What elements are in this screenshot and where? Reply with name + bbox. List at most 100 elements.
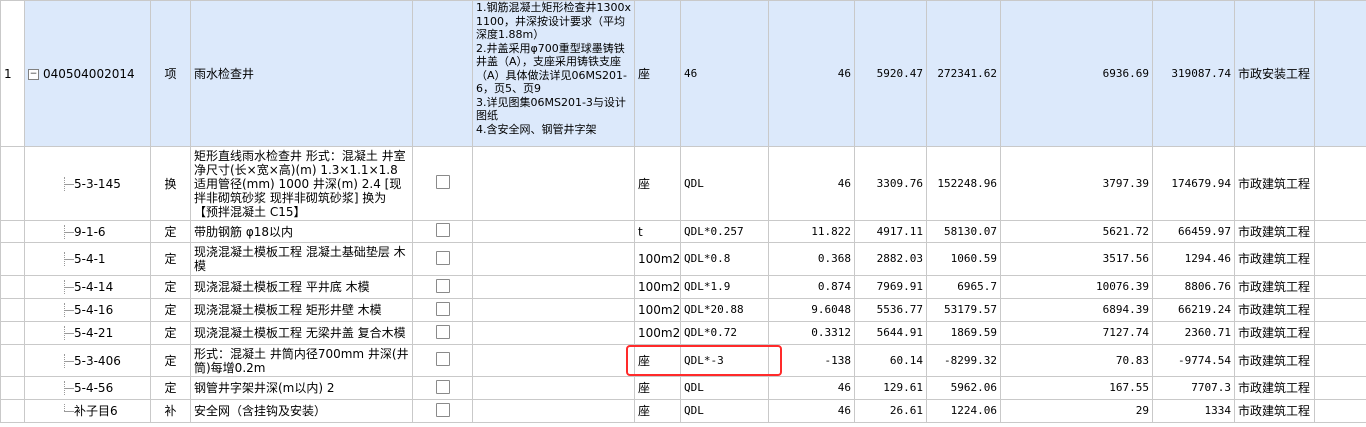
unit-cell[interactable]: 100m2 bbox=[634, 321, 681, 345]
unit-cost-cell[interactable]: 167.55 bbox=[1000, 376, 1153, 400]
type-cell[interactable]: 定 bbox=[150, 344, 191, 377]
check-cell[interactable] bbox=[412, 298, 473, 322]
row-checkbox[interactable] bbox=[435, 352, 450, 366]
name-cell[interactable]: 现浇混凝土模板工程 平井底 木模 bbox=[190, 275, 413, 299]
total-cost-cell[interactable]: 7707.3 bbox=[1152, 376, 1235, 400]
price-cell[interactable]: 26.61 bbox=[854, 399, 927, 423]
price-cell[interactable]: 129.61 bbox=[854, 376, 927, 400]
discipline-cell[interactable]: 市政建筑工程 bbox=[1234, 146, 1315, 221]
unit-cell[interactable]: 座 bbox=[634, 0, 681, 147]
unit-cost-cell[interactable]: 6894.39 bbox=[1000, 298, 1153, 322]
discipline-cell[interactable]: 市政安装工程 bbox=[1234, 0, 1315, 147]
code-cell[interactable]: 5-4-16 bbox=[24, 298, 151, 322]
price-cell[interactable]: 3309.76 bbox=[854, 146, 927, 221]
unit-cell[interactable]: 100m2 bbox=[634, 242, 681, 276]
row-checkbox[interactable] bbox=[435, 301, 450, 316]
qty-cell[interactable]: 46 bbox=[768, 399, 855, 423]
type-cell[interactable]: 定 bbox=[150, 275, 191, 299]
type-cell[interactable]: 补 bbox=[150, 399, 191, 423]
total-cell[interactable]: 58130.07 bbox=[926, 220, 1001, 243]
code-cell[interactable]: 5-4-14 bbox=[24, 275, 151, 299]
row-checkbox[interactable] bbox=[435, 278, 450, 293]
name-cell[interactable]: 安全网（含挂钩及安装） bbox=[190, 399, 413, 423]
row-checkbox[interactable] bbox=[435, 250, 450, 265]
table-row[interactable]: 5-4-56 定 钢管井字架井深(m以内) 2 座 QDL 46 129.61 … bbox=[0, 376, 1366, 400]
total-cell[interactable]: 6965.7 bbox=[926, 275, 1001, 299]
qty-cell[interactable]: 0.874 bbox=[768, 275, 855, 299]
qty-cell[interactable]: 46 bbox=[768, 0, 855, 147]
name-cell[interactable]: 现浇混凝土模板工程 无梁井盖 复合木模 bbox=[190, 321, 413, 345]
qty-cell[interactable]: 0.3312 bbox=[768, 321, 855, 345]
unit-cell[interactable]: 100m2 bbox=[634, 298, 681, 322]
total-cost-cell[interactable]: 66459.97 bbox=[1152, 220, 1235, 243]
total-cell[interactable]: -8299.32 bbox=[926, 344, 1001, 377]
type-cell[interactable]: 定 bbox=[150, 242, 191, 276]
unit-cell[interactable]: 座 bbox=[634, 399, 681, 423]
unit-cost-cell[interactable]: 7127.74 bbox=[1000, 321, 1153, 345]
row-checkbox[interactable] bbox=[435, 324, 450, 339]
total-cost-cell[interactable]: 2360.71 bbox=[1152, 321, 1235, 345]
check-cell[interactable] bbox=[412, 321, 473, 345]
price-cell[interactable]: 60.14 bbox=[854, 344, 927, 377]
table-row[interactable]: 5-4-21 定 现浇混凝土模板工程 无梁井盖 复合木模 100m2 QDL*0… bbox=[0, 321, 1366, 345]
check-cell[interactable] bbox=[412, 220, 473, 243]
qty-cell[interactable]: 9.6048 bbox=[768, 298, 855, 322]
name-cell[interactable]: 雨水检查井 bbox=[190, 0, 413, 147]
check-cell[interactable] bbox=[412, 376, 473, 400]
type-cell[interactable]: 定 bbox=[150, 376, 191, 400]
total-cell[interactable]: 53179.57 bbox=[926, 298, 1001, 322]
check-cell[interactable] bbox=[412, 242, 473, 276]
table-row[interactable]: 1 −040504002014 项 雨水检查井 1.钢筋混凝土矩形检查井1300… bbox=[0, 0, 1366, 147]
discipline-cell[interactable]: 市政建筑工程 bbox=[1234, 220, 1315, 243]
name-cell[interactable]: 形式：混凝土 井筒内径700mm 井深(井筒)每增0.2m bbox=[190, 344, 413, 377]
table-row[interactable]: 9-1-6 定 带肋钢筋 φ18以内 t QDL*0.257 11.822 49… bbox=[0, 220, 1366, 243]
qty-expr-cell[interactable]: QDL*0.8 bbox=[680, 242, 769, 276]
code-cell[interactable]: 5-4-21 bbox=[24, 321, 151, 345]
unit-cell[interactable]: 100m2 bbox=[634, 275, 681, 299]
unit-cost-cell[interactable]: 6936.69 bbox=[1000, 0, 1153, 147]
row-checkbox[interactable] bbox=[435, 379, 450, 394]
row-checkbox[interactable] bbox=[435, 223, 450, 237]
name-cell[interactable]: 矩形直线雨水检查井 形式：混凝土 井室净尺寸(长×宽×高)(m) 1.3×1.1… bbox=[190, 146, 413, 221]
total-cost-cell[interactable]: -9774.54 bbox=[1152, 344, 1235, 377]
type-cell[interactable]: 换 bbox=[150, 146, 191, 221]
total-cell[interactable]: 152248.96 bbox=[926, 146, 1001, 221]
name-cell[interactable]: 现浇混凝土模板工程 混凝土基础垫层 木模 bbox=[190, 242, 413, 276]
total-cost-cell[interactable]: 8806.76 bbox=[1152, 275, 1235, 299]
discipline-cell[interactable]: 市政建筑工程 bbox=[1234, 344, 1315, 377]
name-cell[interactable]: 带肋钢筋 φ18以内 bbox=[190, 220, 413, 243]
table-row[interactable]: 5-4-1 定 现浇混凝土模板工程 混凝土基础垫层 木模 100m2 QDL*0… bbox=[0, 242, 1366, 276]
type-cell[interactable]: 定 bbox=[150, 298, 191, 322]
qty-cell[interactable]: 0.368 bbox=[768, 242, 855, 276]
price-cell[interactable]: 5920.47 bbox=[854, 0, 927, 147]
check-cell[interactable] bbox=[412, 275, 473, 299]
code-cell[interactable]: 5-3-145 bbox=[24, 146, 151, 221]
price-cell[interactable]: 2882.03 bbox=[854, 242, 927, 276]
name-cell[interactable]: 钢管井字架井深(m以内) 2 bbox=[190, 376, 413, 400]
check-cell[interactable] bbox=[412, 344, 473, 377]
discipline-cell[interactable]: 市政建筑工程 bbox=[1234, 242, 1315, 276]
qty-cell[interactable]: 46 bbox=[768, 146, 855, 221]
table-row[interactable]: 5-4-14 定 现浇混凝土模板工程 平井底 木模 100m2 QDL*1.9 … bbox=[0, 275, 1366, 299]
check-cell[interactable] bbox=[412, 146, 473, 221]
total-cost-cell[interactable]: 1334 bbox=[1152, 399, 1235, 423]
collapse-toggle-icon[interactable]: − bbox=[28, 68, 39, 80]
type-cell[interactable]: 定 bbox=[150, 321, 191, 345]
total-cost-cell[interactable]: 66219.24 bbox=[1152, 298, 1235, 322]
price-cell[interactable]: 7969.91 bbox=[854, 275, 927, 299]
unit-cost-cell[interactable]: 3517.56 bbox=[1000, 242, 1153, 276]
discipline-cell[interactable]: 市政建筑工程 bbox=[1234, 321, 1315, 345]
total-cell[interactable]: 1869.59 bbox=[926, 321, 1001, 345]
qty-expr-cell[interactable]: QDL bbox=[680, 146, 769, 221]
table-row[interactable]: 补子目6 补 安全网（含挂钩及安装） 座 QDL 46 26.61 1224.0… bbox=[0, 399, 1366, 423]
unit-cost-cell[interactable]: 3797.39 bbox=[1000, 146, 1153, 221]
qty-expr-cell[interactable]: QDL*0.72 bbox=[680, 321, 769, 345]
unit-cell[interactable]: 座 bbox=[634, 376, 681, 400]
code-cell[interactable]: 9-1-6 bbox=[24, 220, 151, 243]
total-cell[interactable]: 5962.06 bbox=[926, 376, 1001, 400]
unit-cell[interactable]: 座 bbox=[634, 146, 681, 221]
table-row[interactable]: 5-3-145 换 矩形直线雨水检查井 形式：混凝土 井室净尺寸(长×宽×高)(… bbox=[0, 146, 1366, 221]
discipline-cell[interactable]: 市政建筑工程 bbox=[1234, 275, 1315, 299]
row-checkbox[interactable] bbox=[435, 175, 450, 189]
qty-expr-cell[interactable]: 46 bbox=[680, 0, 769, 147]
